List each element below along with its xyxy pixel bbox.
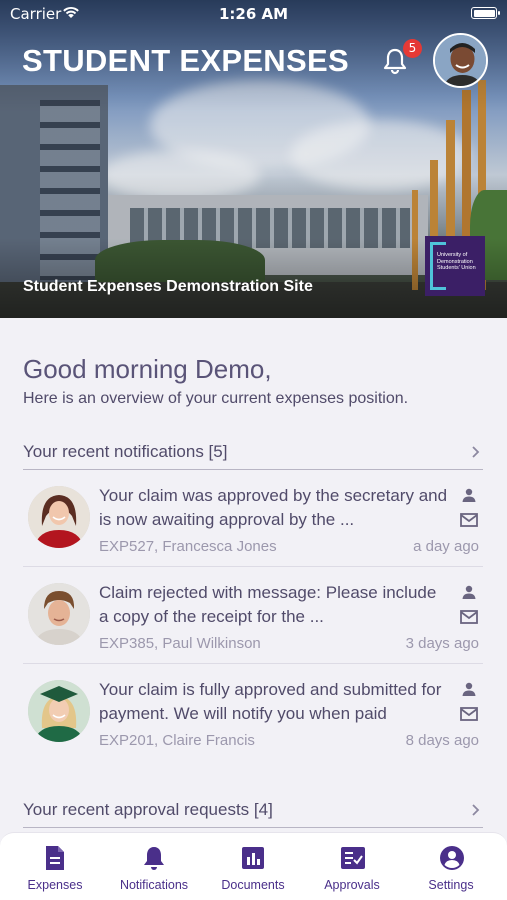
notification-count-badge: 5 — [403, 39, 422, 58]
avatar — [28, 680, 90, 742]
notification-type-icons — [459, 682, 479, 722]
mail-icon — [460, 610, 478, 624]
notifications-section-header[interactable]: Your recent notifications [5] — [23, 436, 483, 470]
approvals-section-header[interactable]: Your recent approval requests [4] — [23, 794, 483, 828]
notifications-section-title: Your recent notifications [5] — [23, 442, 228, 461]
tab-settings[interactable]: Settings — [401, 833, 501, 900]
dashboard-content: Good morning Demo, Here is an overview o… — [0, 318, 507, 832]
notification-reference: EXP201, Claire Francis — [99, 732, 255, 749]
tab-label: Settings — [428, 878, 474, 892]
user-circle-icon — [440, 846, 464, 870]
notification-item[interactable]: Your claim is fully approved and submitt… — [23, 664, 483, 761]
person-icon — [462, 488, 476, 502]
tab-label: Notifications — [119, 878, 189, 892]
clock: 1:26 AM — [218, 5, 289, 23]
greeting-title: Good morning Demo, — [23, 354, 272, 384]
notification-time: 3 days ago — [405, 635, 479, 652]
chevron-right-icon — [469, 800, 483, 820]
university-logo: University of Demonstration Students' Un… — [425, 236, 485, 296]
tab-bar: Expenses Notifications Documents Approva… — [0, 832, 507, 900]
avatar — [28, 486, 90, 548]
notification-message: Claim rejected with message: Please incl… — [99, 583, 437, 626]
notification-type-icons — [459, 585, 479, 625]
notification-message: Your claim was approved by the secretary… — [99, 486, 448, 529]
notification-time: a day ago — [413, 538, 479, 555]
notification-item[interactable]: Claim rejected with message: Please incl… — [23, 567, 483, 664]
document-icon — [46, 846, 64, 870]
person-icon — [462, 682, 476, 696]
mail-icon — [460, 513, 478, 527]
tab-label: Approvals — [324, 878, 380, 892]
tab-documents[interactable]: Documents — [203, 833, 303, 900]
tab-label: Expenses — [27, 878, 83, 892]
mail-icon — [460, 707, 478, 721]
avatar — [28, 583, 90, 645]
app-title: STUDENT EXPENSES — [22, 43, 349, 78]
battery-icon — [471, 7, 500, 19]
status-bar: Carrier 1:26 AM — [0, 0, 507, 28]
chart-doc-icon — [242, 847, 264, 869]
notification-type-icons — [459, 488, 479, 528]
logo-text: University of Demonstration Students' Un… — [437, 252, 476, 271]
notification-message: Your claim is fully approved and submitt… — [99, 680, 442, 723]
tab-approvals[interactable]: Approvals — [302, 833, 402, 900]
notification-reference: EXP527, Francesca Jones — [99, 538, 277, 555]
tab-label: Documents — [221, 878, 285, 892]
tab-expenses[interactable]: Expenses — [5, 833, 105, 900]
avatar[interactable] — [433, 33, 488, 88]
notification-item[interactable]: Your claim was approved by the secretary… — [23, 470, 483, 567]
chevron-right-icon — [469, 442, 483, 462]
notification-reference: EXP385, Paul Wilkinson — [99, 635, 261, 652]
notification-time: 8 days ago — [405, 732, 479, 749]
person-icon — [462, 585, 476, 599]
bell-icon — [144, 847, 164, 870]
site-name: Student Expenses Demonstration Site — [23, 278, 313, 295]
checklist-icon — [341, 847, 365, 869]
greeting-subtitle: Here is an overview of your current expe… — [23, 390, 409, 407]
approvals-section-title: Your recent approval requests [4] — [23, 800, 273, 819]
tab-notifications[interactable]: Notifications — [104, 833, 204, 900]
